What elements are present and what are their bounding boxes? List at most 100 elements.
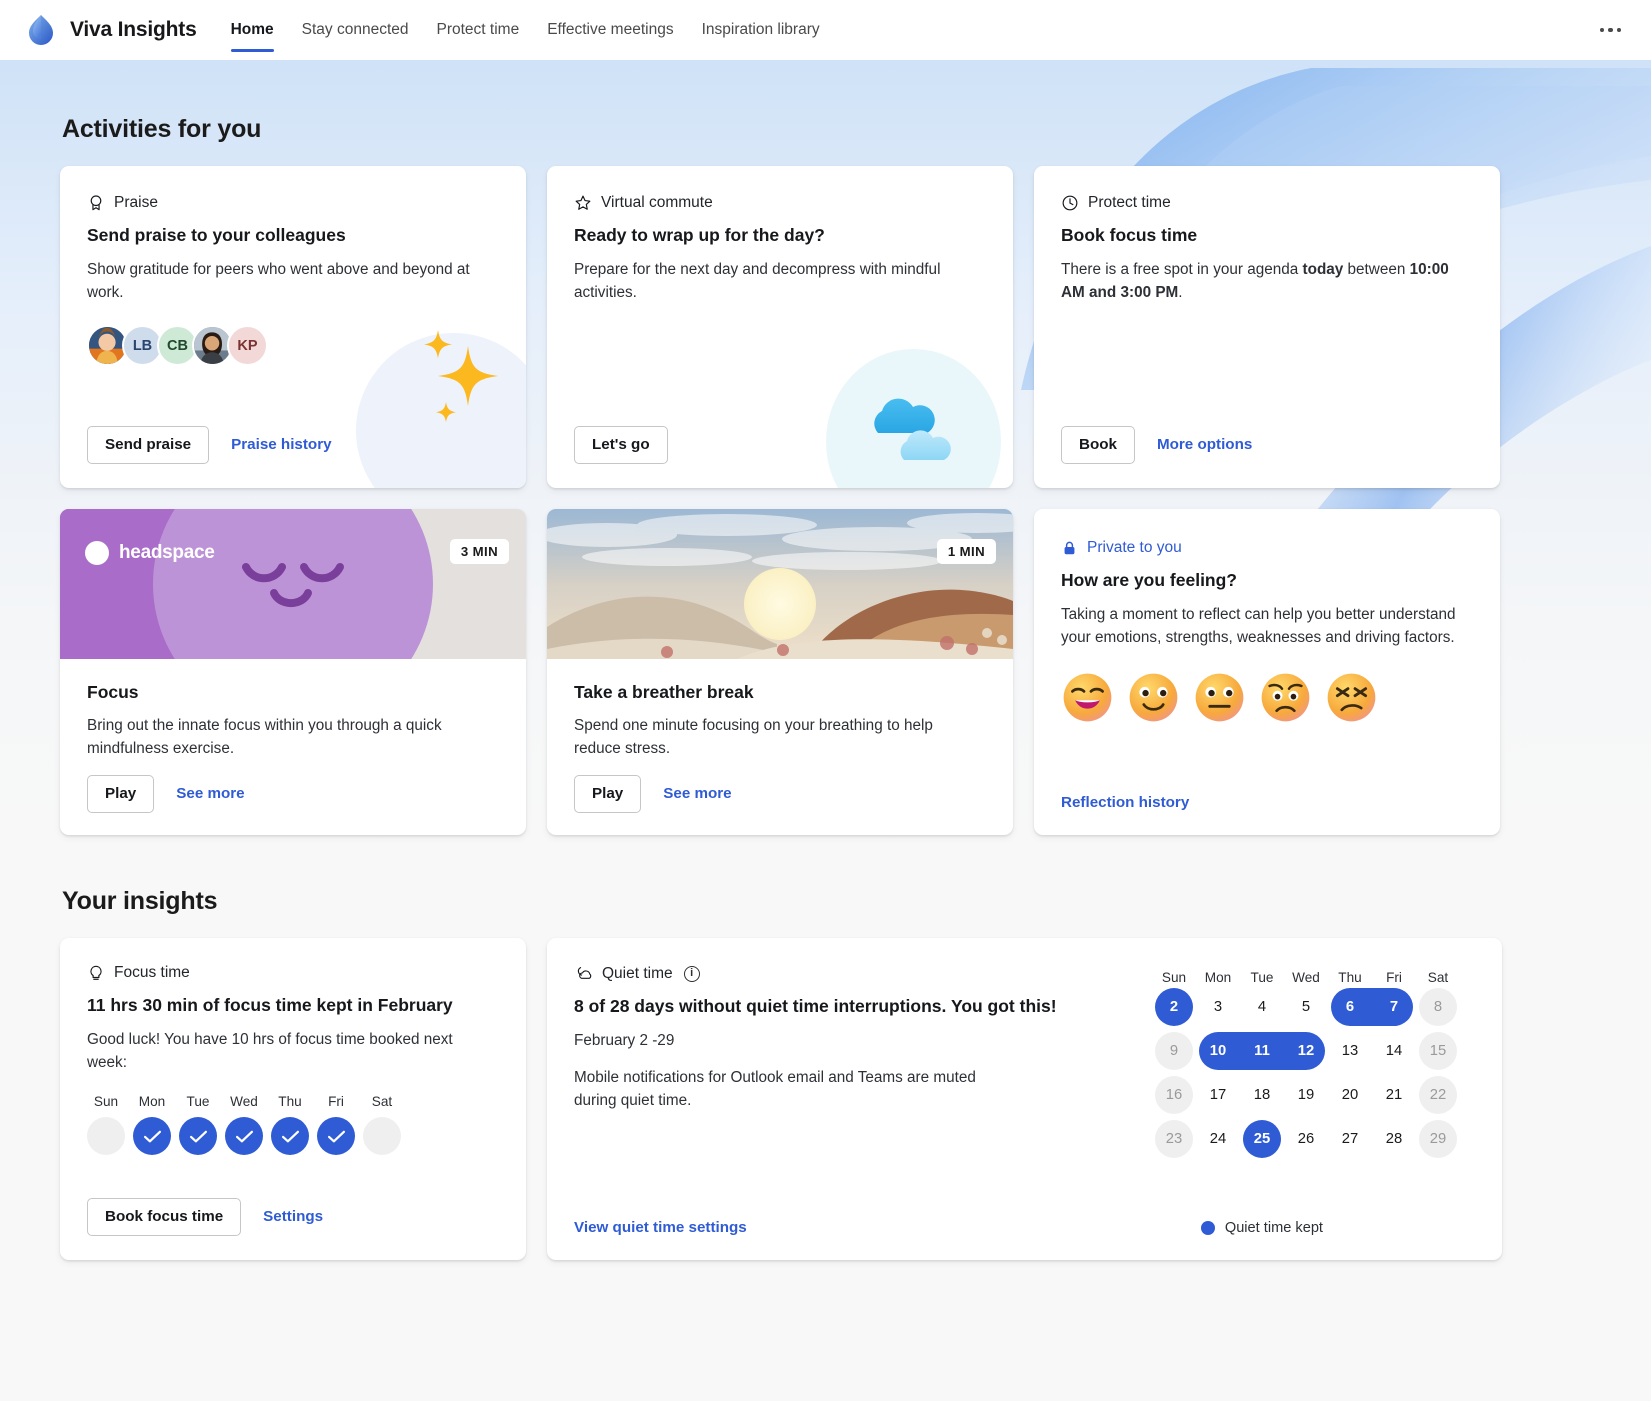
calendar-day[interactable]: 24 xyxy=(1196,1121,1240,1157)
calendar-day[interactable]: 22 xyxy=(1416,1077,1460,1113)
grinning-face-emoji[interactable] xyxy=(1061,671,1114,724)
reflection-actions: Reflection history xyxy=(1061,794,1473,811)
calendar-week-row: 23 24 25 26 27 28 29 xyxy=(1152,1117,1460,1161)
breather-description: Spend one minute focusing on your breath… xyxy=(574,714,974,761)
week-day-fri: Fri xyxy=(317,1094,355,1155)
insights-grid: Focus time 11 hrs 30 min of focus time k… xyxy=(60,938,1591,1260)
avatar[interactable]: KP xyxy=(227,325,268,366)
more-options-link[interactable]: More options xyxy=(1157,436,1252,453)
breather-media[interactable]: 1 MIN xyxy=(547,509,1013,659)
nav-item-stay-connected[interactable]: Stay connected xyxy=(288,0,423,60)
week-day-marker xyxy=(225,1117,263,1155)
book-focus-time-button[interactable]: Book focus time xyxy=(87,1198,241,1236)
view-quiet-time-settings-link[interactable]: View quiet time settings xyxy=(574,1219,747,1236)
calendar-day[interactable]: 28 xyxy=(1372,1121,1416,1157)
clock-icon xyxy=(1061,194,1079,212)
breather-title: Take a breather break xyxy=(574,681,986,704)
calendar-day[interactable]: 14 xyxy=(1372,1033,1416,1069)
focus-time-eyebrow-label: Focus time xyxy=(114,964,190,982)
virtual-commute-title: Ready to wrap up for the day? xyxy=(574,224,986,247)
page-body: Activities for you xyxy=(0,60,1651,1401)
calendar-day[interactable]: 16 xyxy=(1152,1077,1196,1113)
calendar-day[interactable]: 13 xyxy=(1328,1033,1372,1069)
protect-desc-today: today xyxy=(1303,261,1344,278)
calendar-day[interactable]: 17 xyxy=(1196,1077,1240,1113)
headspace-brand-label: headspace xyxy=(119,542,215,564)
week-day-sun: Sun xyxy=(87,1094,125,1155)
avatar-photo-icon xyxy=(194,325,231,366)
check-icon xyxy=(327,1130,346,1143)
protect-desc-mid: between xyxy=(1343,261,1409,278)
calendar-col-sun: Sun xyxy=(1152,970,1196,985)
calendar-day[interactable]: 18 xyxy=(1240,1077,1284,1113)
nav-item-protect-time[interactable]: Protect time xyxy=(423,0,534,60)
breather-play-button[interactable]: Play xyxy=(574,775,641,813)
lets-go-button[interactable]: Let's go xyxy=(574,426,668,464)
worried-face-emoji[interactable] xyxy=(1259,671,1312,724)
calendar-day[interactable]: 3 xyxy=(1196,989,1240,1025)
slightly-smiling-face-emoji[interactable] xyxy=(1127,671,1180,724)
calendar-col-tue: Tue xyxy=(1240,970,1284,985)
focus-time-body: Focus time 11 hrs 30 min of focus time k… xyxy=(60,938,526,1260)
main-nav: Home Stay connected Protect time Effecti… xyxy=(217,0,834,60)
week-day-label: Mon xyxy=(133,1094,171,1109)
book-button[interactable]: Book xyxy=(1061,426,1135,464)
more-horizontal-icon[interactable] xyxy=(1596,18,1626,43)
check-icon xyxy=(281,1130,300,1143)
calendar-day[interactable]: 23 xyxy=(1152,1121,1196,1157)
calendar-day[interactable]: 21 xyxy=(1372,1077,1416,1113)
calendar-day[interactable]: 19 xyxy=(1284,1077,1328,1113)
praise-description: Show gratitude for peers who went above … xyxy=(87,258,487,305)
praise-eyebrow-label: Praise xyxy=(114,194,158,212)
headspace-media[interactable]: headspace 3 MIN xyxy=(60,509,526,659)
reflection-history-link[interactable]: Reflection history xyxy=(1061,794,1189,811)
quiet-time-calendar: Sun Mon Tue Wed Thu Fri Sat xyxy=(1152,970,1460,1161)
calendar-day[interactable]: 11 xyxy=(1240,1033,1284,1069)
confounded-face-emoji[interactable] xyxy=(1325,671,1378,724)
nav-item-effective-meetings[interactable]: Effective meetings xyxy=(533,0,687,60)
check-icon xyxy=(143,1130,162,1143)
nav-item-inspiration-library[interactable]: Inspiration library xyxy=(688,0,834,60)
nav-item-home[interactable]: Home xyxy=(217,0,288,60)
calendar-day[interactable]: 25 xyxy=(1240,1121,1284,1157)
calendar-day[interactable]: 27 xyxy=(1328,1121,1372,1157)
week-day-marker xyxy=(179,1117,217,1155)
top-navigation-bar: Viva Insights Home Stay connected Protec… xyxy=(0,0,1651,60)
activities-grid-row-2: headspace 3 MIN Focus Bring out the inna… xyxy=(60,509,1591,835)
calendar-col-wed: Wed xyxy=(1284,970,1328,985)
headspace-dot-icon xyxy=(85,541,109,565)
calendar-day[interactable]: 10 xyxy=(1196,1033,1240,1069)
calendar-day[interactable]: 15 xyxy=(1416,1033,1460,1069)
week-day-label: Fri xyxy=(317,1094,355,1109)
calendar-day[interactable]: 4 xyxy=(1240,989,1284,1025)
calendar-day[interactable]: 8 xyxy=(1416,989,1460,1025)
send-praise-button[interactable]: Send praise xyxy=(87,426,209,464)
calendar-day[interactable]: 6 xyxy=(1328,989,1372,1025)
calendar-day[interactable]: 7 xyxy=(1372,989,1416,1025)
info-icon[interactable]: i xyxy=(684,966,700,982)
week-day-label: Sun xyxy=(87,1094,125,1109)
calendar-day[interactable]: 9 xyxy=(1152,1033,1196,1069)
calendar-day[interactable]: 29 xyxy=(1416,1121,1460,1157)
protect-time-eyebrow-label: Protect time xyxy=(1088,194,1171,212)
headspace-see-more-link[interactable]: See more xyxy=(176,785,244,802)
calendar-day[interactable]: 2 xyxy=(1152,989,1196,1025)
breather-see-more-link[interactable]: See more xyxy=(663,785,731,802)
protect-time-card: Protect time Book focus time There is a … xyxy=(1034,166,1500,488)
focus-time-description: Good luck! You have 10 hrs of focus time… xyxy=(87,1028,487,1075)
calendar-week-row: 16 17 18 19 20 21 22 xyxy=(1152,1073,1460,1117)
protect-time-description: There is a free spot in your agenda toda… xyxy=(1061,258,1461,305)
praise-actions: Send praise Praise history xyxy=(87,426,499,464)
focus-settings-link[interactable]: Settings xyxy=(263,1208,323,1225)
headspace-play-button[interactable]: Play xyxy=(87,775,154,813)
calendar-day[interactable]: 12 xyxy=(1284,1033,1328,1069)
virtual-commute-eyebrow: Virtual commute xyxy=(574,194,986,212)
reflection-description: Taking a moment to reflect can help you … xyxy=(1061,603,1461,650)
neutral-face-emoji[interactable] xyxy=(1193,671,1246,724)
calendar-day[interactable]: 26 xyxy=(1284,1121,1328,1157)
protect-time-body: Protect time Book focus time There is a … xyxy=(1034,166,1500,488)
calendar-day[interactable]: 5 xyxy=(1284,989,1328,1025)
praise-history-link[interactable]: Praise history xyxy=(231,436,331,453)
section-title-activities: Activities for you xyxy=(62,115,1591,144)
calendar-day[interactable]: 20 xyxy=(1328,1077,1372,1113)
